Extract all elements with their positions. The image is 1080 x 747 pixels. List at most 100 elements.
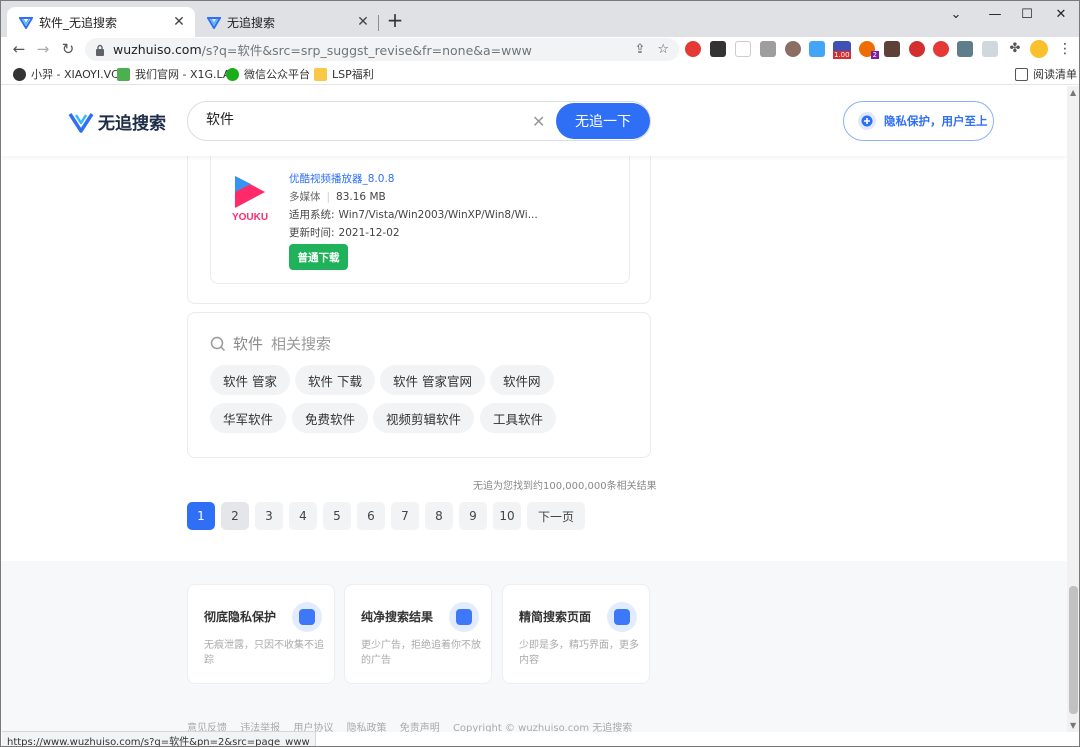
bookmark-label: 微信公众平台 [244,68,310,81]
bookmark-item[interactable]: 小羿 - XIAOYI.VC [13,66,119,82]
updated-label: 更新时间: [289,227,335,239]
page-button[interactable]: 6 [357,502,385,530]
alert-extension-icon[interactable] [909,41,925,57]
os-label: 适用系统: [289,209,335,221]
page-button[interactable]: 8 [425,502,453,530]
clear-search-icon[interactable]: ✕ [532,112,545,131]
site-logo[interactable]: 无追搜索 [68,109,166,134]
page-button[interactable]: 9 [459,502,487,530]
copy-extension-icon[interactable] [760,41,776,57]
site-icon [117,67,130,81]
search-button[interactable]: 无追一下 [556,103,650,139]
page-button[interactable]: 10 [493,502,521,530]
result-title-link[interactable]: 优酷视频播放器_8.0.8 [289,173,394,185]
tab-search-chevron-icon[interactable]: ⌄ [939,1,973,27]
privacy-button[interactable]: 隐私保护，用户至上 [843,101,994,141]
bookmark-item[interactable]: LSP福利 [314,66,374,82]
adblock-extension-icon[interactable] [685,41,701,57]
tab-close-icon[interactable]: ✕ [355,14,371,30]
terminal-extension-icon[interactable] [710,41,726,57]
simple-page-feature-icon [607,602,637,632]
window-close-icon[interactable]: ✕ [1044,1,1078,27]
monitor-extension-icon[interactable] [982,41,998,57]
result-count: 无追为您找到约100,000,000条相关结果 [473,481,657,492]
record-extension-icon[interactable] [933,41,949,57]
tab-inactive[interactable]: 无追搜索 ✕ [195,7,379,37]
search-input[interactable] [206,111,526,127]
feature-desc: 无痕泄露，只因不收集不追踪 [204,640,324,666]
profile-avatar[interactable] [1030,40,1048,58]
status-bar-url: https://www.wuzhuiso.com/s?q=软件&pn=2&src… [2,731,316,746]
address-bar[interactable]: wuzhuiso.com/s?q=软件&src=srp_suggst_revis… [85,38,679,61]
share-icon[interactable]: ⇪ [634,42,645,57]
bookmark-label: 小羿 - XIAOYI.VC [31,68,119,81]
download-card: YOUKU 优酷视频播放器_8.0.8 多媒体 | 83.16 MB 适用系统: Wi… [210,136,630,284]
youku-logo-icon[interactable]: YOUKU [225,172,275,232]
bug-extension-icon[interactable] [884,41,900,57]
page-button[interactable]: 5 [323,502,351,530]
scroll-down-icon[interactable]: ▼ [1070,721,1076,730]
footer-link-privacy[interactable]: 隐私政策 [347,723,387,732]
screenshot-extension-icon[interactable] [957,41,973,57]
footer-link-disclaimer[interactable]: 免责声明 [400,723,440,732]
page-button[interactable]: 4 [289,502,317,530]
forward-arrow-icon[interactable]: → [33,39,53,59]
scrollbar-thumb[interactable] [1069,586,1078,714]
menu-kebab-icon[interactable]: ⋮ [1057,41,1073,57]
counter-badge: 1.00 [833,51,851,59]
related-chip[interactable]: 免费软件 [292,403,369,433]
related-keyword: 软件 [233,335,264,353]
page-scrollbar[interactable]: ▲ ▼ [1067,86,1079,732]
tab-active[interactable]: 软件_无追搜索 ✕ [7,7,195,37]
tab-title: 无追搜索 [227,15,276,30]
page-button[interactable]: 2 [221,502,249,530]
tab-close-icon[interactable]: ✕ [171,14,187,30]
minimize-icon[interactable]: — [978,1,1012,27]
feature-card: 精简搜索页面 少即是多，精巧界面，更多内容 [502,584,650,684]
related-chip[interactable]: 视频剪辑软件 [373,403,475,433]
result-info: 优酷视频播放器_8.0.8 多媒体 | 83.16 MB 适用系统: Win7/Vis… [289,170,538,242]
cookie-extension-icon[interactable] [785,41,801,57]
site-header: 无追搜索 ✕ 无追一下 隐私保护，用户至上 [1,86,1067,156]
download-button[interactable]: 普通下载 [289,244,348,270]
image-extension-icon[interactable] [809,41,825,57]
page-button[interactable]: 3 [255,502,283,530]
related-chip[interactable]: 华军软件 [210,403,287,433]
avatar-icon [13,67,26,81]
tampermonkey-extension-icon[interactable]: 2 [859,41,879,59]
reading-list[interactable]: 阅读清单 [1015,66,1077,82]
related-chip[interactable]: 工具软件 [480,403,557,433]
page-button[interactable]: 7 [391,502,419,530]
next-page-button[interactable]: 下一页 [527,502,585,530]
editor-extension-icon[interactable] [735,41,751,57]
plus-shield-icon [858,112,876,130]
feature-desc: 更少广告，拒绝追着你不放的广告 [361,640,481,666]
feature-title: 彻底隐私保护 [204,610,277,624]
browser-toolbar: ← → ↻ wuzhuiso.com/s?q=软件&src=srp_suggst… [1,37,1079,62]
feature-desc: 少即是多，精巧界面，更多内容 [519,640,639,666]
counter-extension-icon[interactable]: 1.00 [833,41,851,59]
related-chip[interactable]: 软件 下载 [295,365,375,395]
reload-icon[interactable]: ↻ [58,39,78,59]
related-chip[interactable]: 软件 管家 [210,365,290,395]
youku-logo-text: YOUKU [231,212,269,223]
tab-strip: 软件_无追搜索 ✕ 无追搜索 ✕ + ⌄ — ☐ ✕ [1,1,1079,37]
bookmark-item[interactable]: 我们官网 - X1G.LA [117,66,230,82]
search-box: ✕ 无追一下 [187,101,651,141]
back-arrow-icon[interactable]: ← [9,39,29,59]
bookmark-star-icon[interactable]: ☆ [657,42,669,57]
feature-title: 纯净搜索结果 [361,610,434,624]
related-chip[interactable]: 软件网 [490,365,554,395]
privacy-feature-icon [292,602,322,632]
maximize-icon[interactable]: ☐ [1010,1,1044,27]
scroll-up-icon[interactable]: ▲ [1070,88,1076,97]
folder-icon [314,67,327,81]
new-tab-icon[interactable]: + [385,10,405,31]
divider: | [326,191,331,203]
bookmark-item[interactable]: 微信公众平台 [226,66,310,82]
reading-list-icon [1015,67,1028,81]
page-button-current[interactable]: 1 [187,502,215,530]
extensions-puzzle-icon[interactable]: ✤ [1007,41,1023,57]
related-chip[interactable]: 软件 管家官网 [380,365,485,395]
os-value: Win7/Vista/Win2003/WinXP/Win8/Wi... [338,209,538,221]
